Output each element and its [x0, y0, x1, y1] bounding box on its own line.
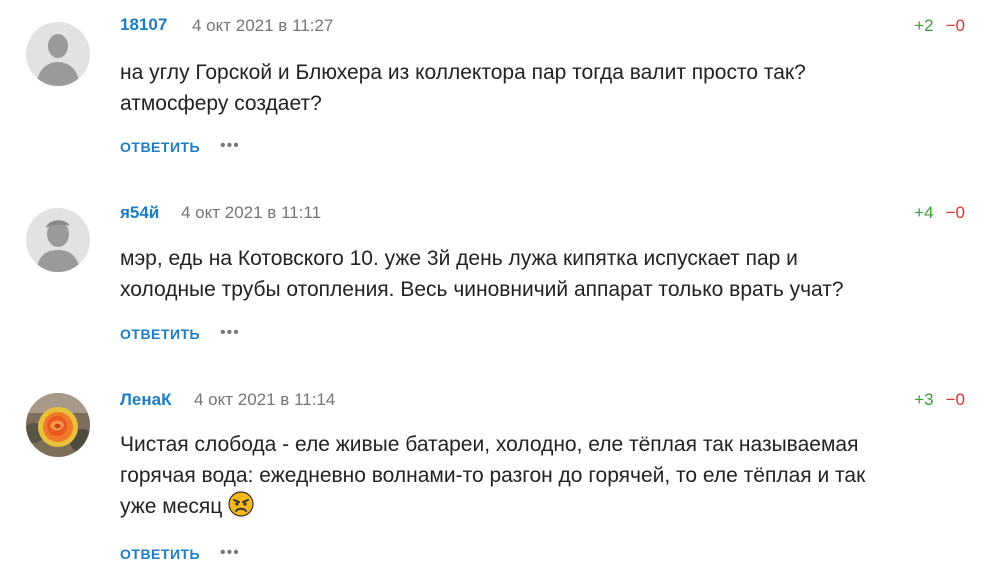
rose-photo	[26, 393, 90, 457]
vote-controls: +2 −0	[914, 16, 965, 36]
comment-date: 4 окт 2021 в 11:14	[194, 390, 336, 409]
comment-text-line: на углу Горской и Блюхера из коллектора …	[120, 61, 806, 84]
comment-date: 4 окт 2021 в 11:27	[192, 16, 334, 35]
reply-button[interactable]: ОТВЕТИТЬ	[120, 546, 200, 562]
comment-text: мэр, едь на Котовского 10. уже 3й день л…	[120, 243, 970, 305]
more-options-button[interactable]: •••	[220, 137, 240, 155]
comment-date: 4 окт 2021 в 11:11	[181, 203, 322, 222]
comment-text-line: Чистая слобода - еле живые батареи, холо…	[120, 433, 859, 456]
comment-text: Чистая слобода - еле живые батареи, холо…	[120, 429, 970, 526]
vote-controls: +3 −0	[914, 390, 965, 410]
angry-face-icon	[228, 491, 254, 526]
reply-button[interactable]: ОТВЕТИТЬ	[120, 139, 200, 155]
upvote-button[interactable]: +4	[914, 203, 933, 222]
default-user-icon	[26, 22, 90, 86]
vote-controls: +4 −0	[914, 203, 965, 223]
avatar[interactable]	[26, 22, 90, 86]
comment-text-line: уже месяц	[120, 491, 970, 526]
downvote-button[interactable]: −0	[946, 203, 965, 222]
username-link[interactable]: ЛенаК	[120, 390, 171, 410]
downvote-button[interactable]: −0	[946, 390, 965, 409]
more-options-button[interactable]: •••	[220, 324, 240, 342]
comment-text: на углу Горской и Блюхера из коллектора …	[120, 57, 970, 119]
reply-button[interactable]: ОТВЕТИТЬ	[120, 326, 200, 342]
upvote-button[interactable]: +2	[914, 16, 933, 35]
comment-text-fragment: уже месяц	[120, 495, 223, 518]
upvote-button[interactable]: +3	[914, 390, 933, 409]
avatar[interactable]	[26, 208, 90, 272]
avatar[interactable]	[26, 393, 90, 457]
username-link[interactable]: я54й	[120, 203, 159, 223]
default-user-icon	[26, 208, 90, 272]
comment-text-line: мэр, едь на Котовского 10. уже 3й день л…	[120, 247, 798, 270]
comment-text-line: холодные трубы отопления. Весь чиновничи…	[120, 278, 844, 301]
comment-text-line: атмосферу создает?	[120, 92, 322, 115]
more-options-button[interactable]: •••	[220, 544, 240, 562]
comment-text-line: горячая вода: ежедневно волнами-то разго…	[120, 464, 866, 487]
username-link[interactable]: 18107	[120, 15, 167, 35]
downvote-button[interactable]: −0	[946, 16, 965, 35]
